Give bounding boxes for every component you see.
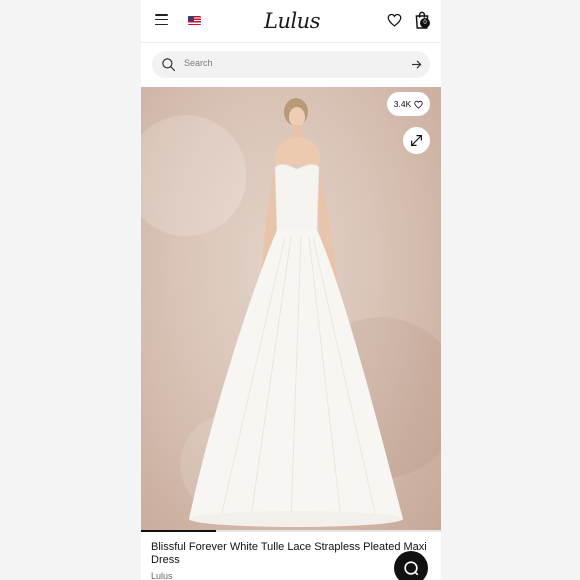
us-flag-icon[interactable] xyxy=(188,16,201,25)
search-input[interactable]: Search xyxy=(152,51,430,78)
heart-icon xyxy=(414,100,423,109)
image-carousel-progress xyxy=(141,530,441,532)
like-count: 3.4K xyxy=(393,99,412,109)
search-icon xyxy=(162,58,176,72)
carousel-progress-indicator xyxy=(141,530,216,532)
expand-image-button[interactable] xyxy=(403,127,430,154)
brand-link[interactable]: Lulus xyxy=(151,571,173,580)
search-placeholder: Search xyxy=(184,58,213,68)
heart-icon[interactable] xyxy=(387,13,402,27)
phone-screen: Lulus 0 Search 3.4K Blissful Forever Whi… xyxy=(141,0,441,580)
right-margin xyxy=(441,0,580,580)
cart-count-badge: 0 xyxy=(420,18,430,28)
expand-arrows-icon xyxy=(411,135,422,146)
like-button[interactable]: 3.4K xyxy=(387,92,430,116)
arrow-right-icon[interactable] xyxy=(411,59,422,70)
product-title: Blissful Forever White Tulle Lace Strapl… xyxy=(151,541,427,566)
hamburger-menu-icon[interactable] xyxy=(155,14,168,25)
product-image[interactable] xyxy=(141,87,441,531)
chat-bubble-icon xyxy=(404,561,419,576)
site-header: Lulus 0 xyxy=(141,0,441,43)
site-logo[interactable]: Lulus xyxy=(264,8,321,34)
model-in-white-dress xyxy=(189,98,403,527)
chat-button[interactable] xyxy=(394,551,428,580)
left-margin xyxy=(0,0,141,580)
